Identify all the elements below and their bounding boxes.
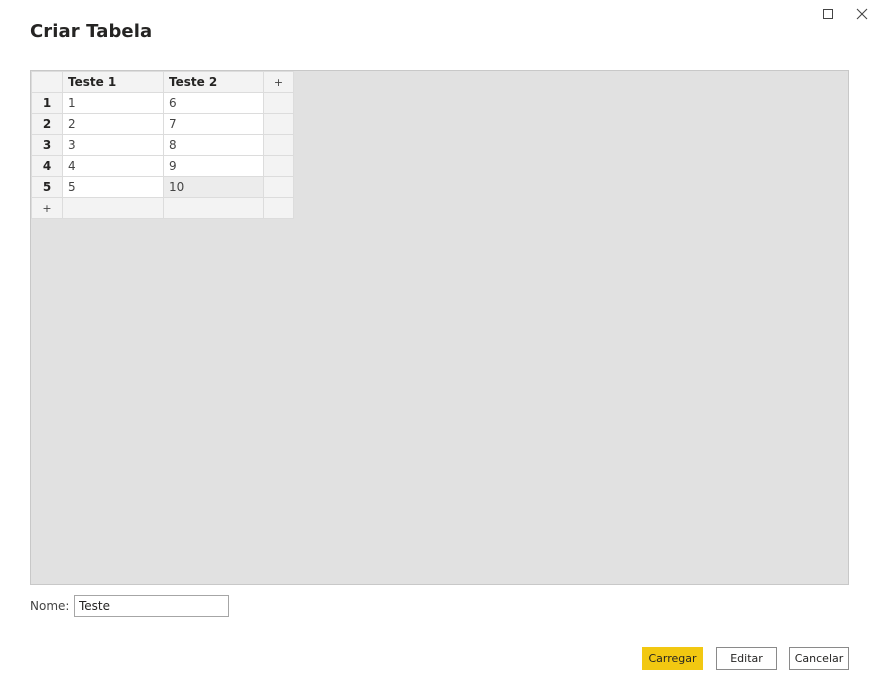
table-cell[interactable]: 7 xyxy=(163,113,264,135)
table-cell[interactable]: 1 xyxy=(62,92,164,114)
column-header-teste-2[interactable]: Teste 2 xyxy=(163,71,264,93)
empty-cell xyxy=(263,155,294,177)
table-cell[interactable]: 3 xyxy=(62,134,164,156)
table-cell[interactable]: 5 xyxy=(62,176,164,198)
dialog-title: Criar Tabela xyxy=(30,21,153,42)
empty-cell xyxy=(263,176,294,198)
close-icon xyxy=(856,8,868,20)
corner-cell xyxy=(31,71,63,93)
empty-cell xyxy=(163,197,264,219)
close-button[interactable] xyxy=(852,4,872,24)
empty-cell xyxy=(263,197,294,219)
table-cell[interactable]: 8 xyxy=(163,134,264,156)
table-cell[interactable]: 6 xyxy=(163,92,264,114)
table-row: 3 3 8 xyxy=(31,134,294,156)
data-table: Teste 1 Teste 2 + 1 1 6 2 2 7 3 3 8 4 4 … xyxy=(31,71,294,219)
table-cell-selected[interactable]: 10 xyxy=(163,176,264,198)
empty-cell xyxy=(263,92,294,114)
table-cell[interactable]: 4 xyxy=(62,155,164,177)
load-button[interactable]: Carregar xyxy=(642,647,703,670)
row-number: 2 xyxy=(31,113,63,135)
maximize-icon xyxy=(823,9,833,19)
empty-cell xyxy=(263,134,294,156)
name-label: Nome: xyxy=(30,599,70,613)
table-row: 4 4 9 xyxy=(31,155,294,177)
name-input[interactable] xyxy=(74,595,229,617)
add-column-button[interactable]: + xyxy=(263,71,294,93)
table-row: 2 2 7 xyxy=(31,113,294,135)
row-number: 5 xyxy=(31,176,63,198)
add-row: + xyxy=(31,197,294,219)
row-number: 4 xyxy=(31,155,63,177)
header-row: Teste 1 Teste 2 + xyxy=(31,71,294,93)
row-number: 1 xyxy=(31,92,63,114)
row-number: 3 xyxy=(31,134,63,156)
table-editor-area: Teste 1 Teste 2 + 1 1 6 2 2 7 3 3 8 4 4 … xyxy=(30,70,849,585)
maximize-button[interactable] xyxy=(818,4,838,24)
table-cell[interactable]: 9 xyxy=(163,155,264,177)
table-row: 1 1 6 xyxy=(31,92,294,114)
empty-cell xyxy=(62,197,164,219)
table-row: 5 5 10 xyxy=(31,176,294,198)
add-row-button[interactable]: + xyxy=(31,197,63,219)
table-cell[interactable]: 2 xyxy=(62,113,164,135)
empty-cell xyxy=(263,113,294,135)
edit-button[interactable]: Editar xyxy=(716,647,777,670)
cancel-button[interactable]: Cancelar xyxy=(789,647,849,670)
column-header-teste-1[interactable]: Teste 1 xyxy=(62,71,164,93)
